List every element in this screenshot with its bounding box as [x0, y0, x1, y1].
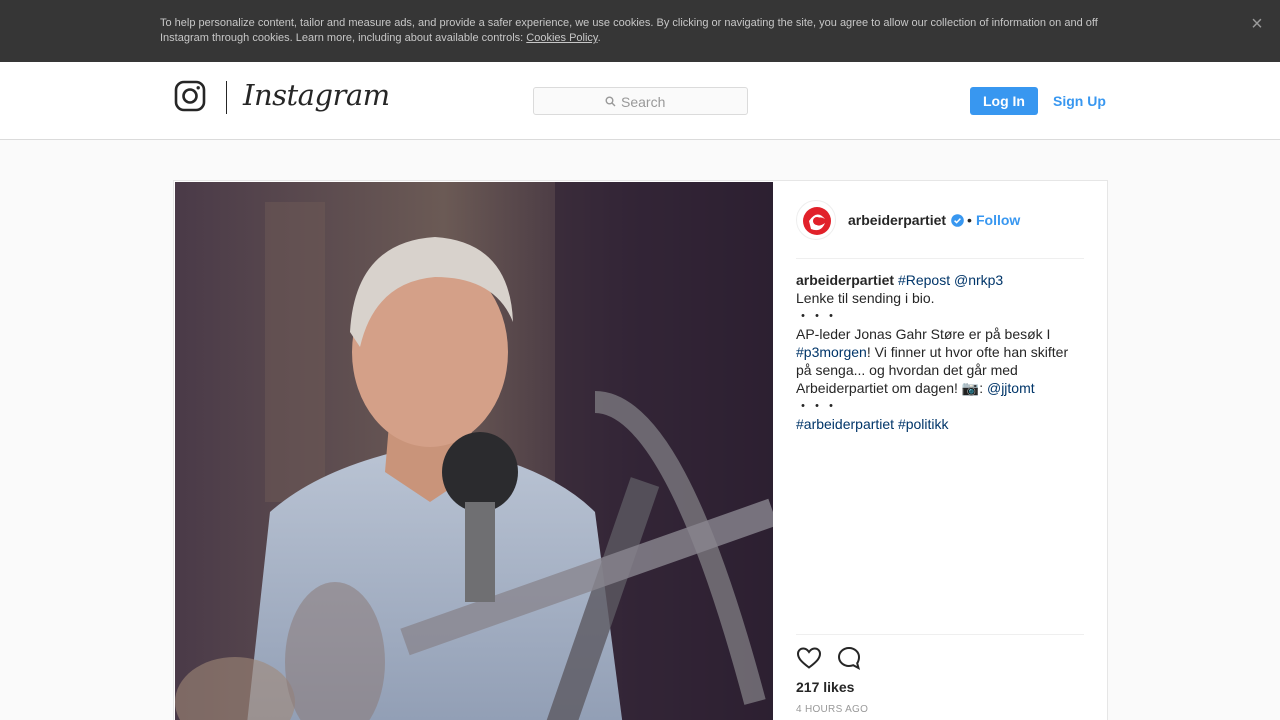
post-username[interactable]: arbeiderpartiet — [848, 212, 946, 228]
cookie-message: To help personalize content, tailor and … — [160, 17, 1098, 44]
hashtag-politikk[interactable]: #politikk — [898, 416, 949, 432]
post-photo-illustration — [175, 182, 773, 720]
post-sidebar: arbeiderpartiet • Follow arbeiderpartiet… — [796, 181, 1084, 720]
comment-icon[interactable] — [837, 646, 861, 670]
caption-line: Lenke til sending i bio. — [796, 290, 935, 306]
avatar[interactable] — [796, 200, 836, 240]
hashtag-p3morgen[interactable]: #p3morgen — [796, 344, 867, 360]
post-timestamp[interactable]: 4 HOURS AGO — [796, 704, 868, 715]
dot-separator: • — [967, 212, 972, 228]
search-input[interactable]: Search — [533, 87, 748, 115]
cookies-policy-link[interactable]: Cookies Policy — [526, 32, 597, 44]
caption-dots-2: ・・・ — [796, 398, 838, 414]
post-caption: arbeiderpartiet #Repost @nrkp3 Lenke til… — [796, 271, 1084, 433]
instagram-wordmark[interactable]: Instagram — [243, 78, 390, 112]
mention-nrkp3[interactable]: @nrkp3 — [954, 272, 1003, 288]
logo-divider — [226, 81, 227, 114]
top-nav: Instagram Search Log In Sign Up — [0, 62, 1280, 140]
caption-dots: ・・・ — [796, 308, 838, 324]
search-icon — [605, 96, 616, 107]
verified-badge-icon — [951, 214, 964, 227]
log-in-button[interactable]: Log In — [970, 87, 1038, 115]
cookie-suffix: . — [597, 32, 601, 44]
sign-up-link[interactable]: Sign Up — [1053, 87, 1106, 115]
hashtag-repost[interactable]: #Repost — [898, 272, 950, 288]
hashtag-arbeiderpartiet[interactable]: #arbeiderpartiet — [796, 416, 894, 432]
mention-jjtomt[interactable]: @jjtomt — [987, 380, 1035, 396]
instagram-glyph-icon[interactable] — [174, 80, 206, 112]
post-card: arbeiderpartiet • Follow arbeiderpartiet… — [173, 180, 1108, 720]
cookie-banner: To help personalize content, tailor and … — [0, 0, 1280, 62]
heart-icon[interactable] — [796, 646, 822, 670]
caption-author[interactable]: arbeiderpartiet — [796, 272, 894, 288]
divider — [796, 258, 1084, 259]
divider — [796, 634, 1084, 635]
post-photo[interactable] — [175, 182, 773, 720]
follow-button[interactable]: Follow — [976, 212, 1020, 228]
rose-logo-icon — [803, 207, 831, 235]
caption-text: AP-leder Jonas Gahr Støre er på besøk I — [796, 326, 1051, 342]
like-count[interactable]: 217 likes — [796, 679, 854, 695]
search-placeholder: Search — [621, 94, 666, 110]
cookie-text: To help personalize content, tailor and … — [160, 16, 1120, 46]
close-icon[interactable]: × — [1248, 14, 1266, 34]
